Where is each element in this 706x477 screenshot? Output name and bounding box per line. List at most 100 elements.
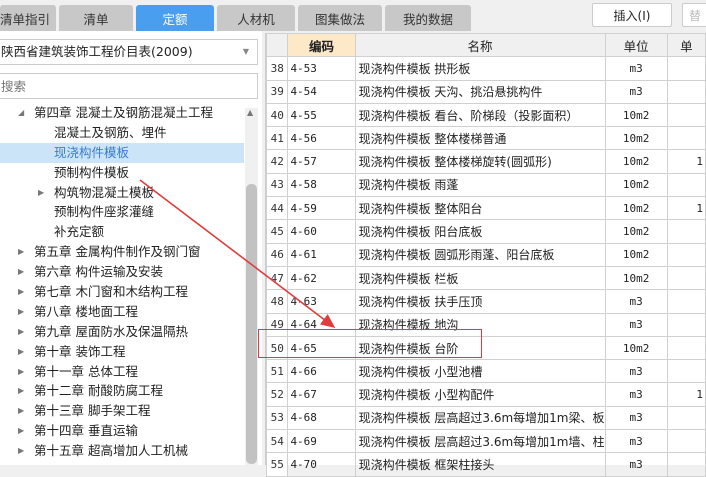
tree-node-label: 第八章 楼地面工程 [34, 303, 138, 319]
cell-unit: 10m2 [604, 242, 668, 267]
replace-button[interactable]: 替 [682, 3, 706, 27]
tree-node-label: 第九章 屋面防水及保温隔热 [34, 323, 188, 339]
tree-node-label: 第十章 装饰工程 [34, 343, 126, 359]
tree-node[interactable]: ▶ 第十三章 脚手架工程 [0, 401, 244, 421]
collapsed-triangle-icon[interactable]: ▶ [18, 441, 24, 461]
table-row[interactable]: 55 4-70 现浇构件模板 框架柱接头 m3 [265, 452, 706, 477]
tree-node[interactable]: 补充定额 [0, 222, 244, 242]
tree-node-label: 第四章 混凝土及钢筋混凝土工程 [34, 105, 213, 120]
cell-code: 4-67 [287, 382, 356, 407]
tree-node[interactable]: 混凝土及钢筋、埋件 [0, 123, 244, 143]
table-row[interactable]: 54 4-69 现浇构件模板 层高超过3.6m每增加1m墙、柱 m3 [265, 429, 706, 454]
tree-node[interactable]: ▶ 第八章 楼地面工程 [0, 302, 244, 322]
tree-node[interactable]: 预制构件模板 [0, 163, 244, 183]
tree-node[interactable]: ◢ 第四章 混凝土及钢筋混凝土工程 [0, 103, 244, 123]
tab-4[interactable]: 图集做法 [298, 5, 382, 31]
tree-node[interactable]: 现浇构件模板 [0, 142, 244, 163]
tab-2[interactable]: 定额 [136, 5, 214, 31]
collapsed-triangle-icon[interactable]: ▶ [18, 381, 24, 401]
scrollbar-thumb[interactable] [246, 184, 257, 464]
table-row[interactable]: 44 4-59 现浇构件模板 整体阳台 10m2 1 [265, 196, 706, 221]
table-row[interactable]: 43 4-58 现浇构件模板 雨蓬 10m2 [265, 172, 706, 198]
table-row[interactable]: 52 4-67 现浇构件模板 小型构配件 m3 1 [265, 382, 706, 407]
cell-num: 53 [265, 405, 289, 431]
tree-node[interactable]: ▶ 第十五章 超高增加人工机械 [0, 441, 244, 461]
collapsed-triangle-icon[interactable]: ▶ [18, 262, 24, 282]
search-input[interactable] [0, 73, 258, 99]
cell-num: 52 [265, 382, 289, 407]
cell-unit: m3 [604, 312, 668, 337]
cell-code: 4-55 [287, 102, 356, 128]
table-row[interactable]: 38 4-53 现浇构件模板 拱形板 m3 [265, 56, 706, 81]
cell-num: 45 [265, 219, 289, 244]
column-header[interactable] [265, 32, 289, 58]
table-row[interactable]: 40 4-55 现浇构件模板 看台、阶梯段（投影面积） 10m2 [265, 102, 706, 128]
cell-num: 54 [265, 429, 289, 454]
collapsed-triangle-icon[interactable]: ▶ [18, 362, 24, 382]
collapsed-triangle-icon[interactable]: ▶ [18, 302, 24, 322]
cell-extra: 1 [666, 149, 706, 174]
cell-unit: m3 [604, 382, 668, 407]
table-row[interactable]: 48 4-63 现浇构件模板 扶手压顶 m3 [265, 289, 706, 314]
tree-node[interactable]: ▶ 第十一章 总体工程 [0, 362, 244, 382]
tab-3[interactable]: 人材机 [217, 5, 295, 31]
collapsed-triangle-icon[interactable]: ▶ [18, 401, 24, 421]
cell-unit: 10m2 [604, 219, 668, 244]
tab-1[interactable]: 清单 [59, 5, 133, 31]
collapsed-triangle-icon[interactable]: ▶ [18, 322, 24, 342]
cell-name: 现浇构件模板 雨蓬 [354, 172, 606, 198]
table-row[interactable]: 46 4-61 现浇构件模板 圆弧形雨蓬、阳台底板 10m2 [265, 242, 706, 267]
table-row[interactable]: 47 4-62 现浇构件模板 栏板 10m2 [265, 265, 706, 291]
collapsed-triangle-icon[interactable]: ▶ [18, 421, 24, 441]
table-row[interactable]: 42 4-57 现浇构件模板 整体楼梯旋转(圆弧形) 10m2 1 [265, 149, 706, 174]
cell-unit: m3 [604, 56, 668, 81]
cell-name: 现浇构件模板 整体楼梯普通 [354, 126, 606, 151]
tree-node[interactable]: ▶ 第七章 木门窗和木结构工程 [0, 282, 244, 302]
collapsed-triangle-icon[interactable]: ▶ [18, 342, 24, 362]
column-header[interactable]: 单 [666, 32, 706, 58]
library-select[interactable]: 陕西省建筑装饰工程价目表(2009) ▼ [0, 39, 258, 65]
tree-scrollbar[interactable]: ▲ [245, 108, 258, 465]
tab-bar: 清单指引 清单 定额 人材机 图集做法 我的数据 [0, 5, 474, 31]
tree-node[interactable]: ▶ 第九章 屋面防水及保温隔热 [0, 322, 244, 342]
tree-node[interactable]: ▶ 第六章 构件运输及安装 [0, 262, 244, 282]
cell-num: 55 [265, 452, 289, 477]
chevron-down-icon: ▼ [242, 47, 249, 56]
tree-node[interactable]: ▶ 第十章 装饰工程 [0, 342, 244, 362]
table-row[interactable]: 51 4-66 现浇构件模板 小型池槽 m3 [265, 359, 706, 384]
cell-unit: 10m2 [604, 265, 668, 291]
collapsed-triangle-icon[interactable]: ▶ [38, 183, 44, 203]
tree-node[interactable]: ▶ 第五章 金属构件制作及钢门窗 [0, 242, 244, 262]
tree-node[interactable]: ▶ 第十二章 耐酸防腐工程 [0, 381, 244, 401]
cell-num: 39 [265, 79, 289, 104]
tree-node[interactable]: ▶ 构筑物混凝土模板 [0, 183, 244, 203]
cell-extra [666, 172, 706, 198]
cell-num: 44 [265, 196, 289, 221]
table-row[interactable]: 45 4-60 现浇构件模板 阳台底板 10m2 [265, 219, 706, 244]
cell-extra [666, 289, 706, 314]
column-header[interactable]: 名称 [354, 32, 606, 58]
collapsed-triangle-icon[interactable]: ▶ [18, 282, 24, 302]
cell-unit: 10m2 [604, 126, 668, 151]
tree-node[interactable]: 预制构件座浆灌缝 [0, 202, 244, 222]
cell-code: 4-56 [287, 126, 356, 151]
column-header[interactable]: 单位 [604, 32, 668, 58]
scroll-up-icon[interactable]: ▲ [247, 108, 253, 117]
cell-unit: 10m2 [604, 335, 668, 361]
expanded-triangle-icon[interactable]: ◢ [18, 103, 24, 123]
table-row[interactable]: 41 4-56 现浇构件模板 整体楼梯普通 10m2 [265, 126, 706, 151]
library-panel: 陕西省建筑装饰工程价目表(2009) ▼ ◢ 第四章 混凝土及钢筋混凝土工程混凝土及… [0, 31, 262, 465]
collapsed-triangle-icon[interactable]: ▶ [18, 242, 24, 262]
tab-0[interactable]: 清单指引 [0, 5, 56, 31]
cell-name: 现浇构件模板 拱形板 [354, 56, 606, 81]
table-row[interactable]: 39 4-54 现浇构件模板 天沟、挑沿悬挑构件 m3 [265, 79, 706, 104]
tab-5[interactable]: 我的数据 [385, 5, 471, 31]
cell-num: 51 [265, 359, 289, 384]
table-row[interactable]: 53 4-68 现浇构件模板 层高超过3.6m每增加1m梁、板 m3 [265, 405, 706, 431]
tree-node-label: 第十二章 耐酸防腐工程 [34, 383, 163, 399]
column-header[interactable]: 编码 [287, 32, 356, 58]
tree-node[interactable]: ▶ 第十四章 垂直运输 [0, 421, 244, 441]
insert-button[interactable]: 插入(I) [592, 3, 672, 27]
cell-num: 40 [265, 102, 289, 128]
cell-extra [666, 79, 706, 104]
